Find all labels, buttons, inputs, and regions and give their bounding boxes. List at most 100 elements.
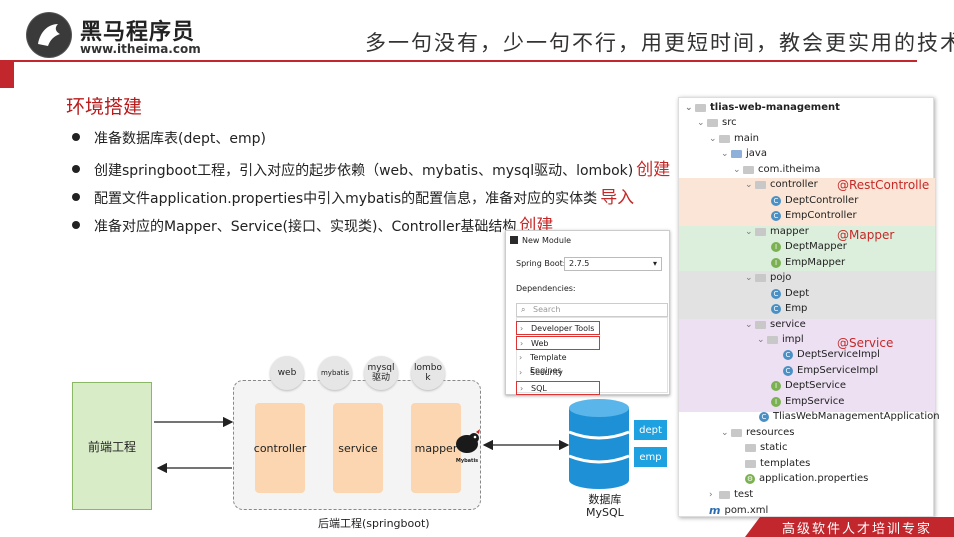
- dep-developer-tools[interactable]: › Developer Tools: [516, 321, 600, 335]
- tree-dept-controller[interactable]: C DeptController: [771, 195, 858, 206]
- tree-static[interactable]: static: [745, 442, 787, 453]
- project-tree: ⌄ tlias-web-management ⌄ src ⌄ main ⌄ java ⌄…: [678, 97, 940, 517]
- springboot-version-select[interactable]: 2.7.5 ▾: [564, 257, 662, 271]
- tree-test[interactable]: › test: [709, 489, 753, 500]
- chevron-down-icon: ⌄: [745, 319, 753, 330]
- tree-dept-service[interactable]: I DeptService: [771, 380, 846, 391]
- table-emp: emp: [634, 447, 667, 467]
- tree-main[interactable]: ⌄ main: [709, 133, 759, 144]
- bullet-text: 创建springboot工程，引入对应的起步依赖（web、mybatis、mys…: [94, 163, 634, 179]
- request-arrows: [154, 416, 234, 474]
- class-icon: C: [771, 195, 781, 206]
- class-icon: C: [783, 349, 793, 360]
- tree-service[interactable]: ⌄ service: [745, 319, 806, 330]
- tree-label: Emp: [785, 303, 808, 314]
- tree-label: templates: [760, 458, 811, 469]
- tree-pom[interactable]: m pom.xml: [709, 504, 768, 517]
- header-accent-block: [0, 62, 14, 88]
- dependency-search-input[interactable]: ⌕ Search: [516, 303, 668, 317]
- dep-security[interactable]: › Security: [516, 366, 600, 380]
- tree-dept-mapper[interactable]: I DeptMapper: [771, 241, 847, 252]
- db-label-cn: 数据库: [588, 493, 622, 506]
- search-icon: ⌕: [521, 305, 526, 314]
- dependencies-label: Dependencies:: [516, 284, 576, 293]
- dep-web: web: [270, 356, 304, 390]
- module-title-row: New Module: [510, 236, 571, 245]
- tree-label: resources: [746, 427, 795, 438]
- tree-dept-service-impl[interactable]: C DeptServiceImpl: [783, 349, 880, 360]
- dep-web[interactable]: › Web: [516, 336, 600, 350]
- db-link-arrow: [482, 439, 570, 451]
- folder-icon: [743, 165, 754, 174]
- chevron-right-icon: ›: [520, 384, 524, 393]
- folder-icon: [719, 490, 730, 499]
- chevron-right-icon: ›: [709, 489, 713, 500]
- tree-label: pojo: [770, 272, 792, 283]
- folder-icon: [719, 134, 730, 143]
- db-label-en: MySQL: [586, 506, 624, 519]
- database-icon: [567, 398, 631, 494]
- chevron-down-icon: ▾: [652, 259, 657, 268]
- class-icon: C: [783, 365, 793, 376]
- chevron-right-icon: ›: [519, 368, 523, 377]
- chevron-down-icon: ⌄: [745, 272, 753, 283]
- bullet-item-4: 准备对应的Mapper、Service(接口、实现类)、Controller基础…: [72, 211, 553, 236]
- bullet-dot-icon: [72, 193, 80, 201]
- folder-icon: [745, 459, 756, 468]
- tree-root[interactable]: ⌄ tlias-web-management: [685, 102, 840, 113]
- tree-pojo[interactable]: ⌄ pojo: [745, 272, 791, 283]
- dep-sql[interactable]: › SQL: [516, 381, 600, 395]
- chevron-down-icon: ⌄: [733, 164, 741, 175]
- tree-label: test: [734, 489, 754, 500]
- bullet-note: 导入: [600, 188, 635, 208]
- page-title: 环境搭建: [66, 96, 143, 118]
- tree-label: com.itheima: [758, 164, 821, 175]
- tree-app-class[interactable]: C TliasWebManagementApplication: [759, 411, 940, 422]
- tree-templates[interactable]: templates: [745, 458, 810, 469]
- tree-label: EmpController: [785, 210, 857, 221]
- tree-app-properties[interactable]: ⚙ application.properties: [745, 473, 868, 484]
- tree-src[interactable]: ⌄ src: [697, 117, 737, 128]
- bullet-note: 创建: [636, 160, 671, 180]
- annotation-mapper: @Mapper: [837, 228, 895, 242]
- tree-java[interactable]: ⌄ java: [721, 148, 767, 159]
- new-module-panel: New Module Spring Boot: 2.7.5 ▾ Dependen…: [505, 230, 670, 395]
- tree-emp-service-impl[interactable]: C EmpServiceImpl: [783, 365, 878, 376]
- tree-controller[interactable]: ⌄ controller: [745, 179, 818, 190]
- tree-label: src: [722, 117, 737, 128]
- tree-label: tlias-web-management: [710, 102, 840, 113]
- tree-resources[interactable]: ⌄ resources: [721, 427, 794, 438]
- tree-label: DeptServiceImpl: [797, 349, 880, 360]
- horse-logo-icon: [26, 12, 72, 58]
- folder-icon: [731, 428, 742, 437]
- tree-label: DeptMapper: [785, 241, 847, 252]
- footer-banner: 高级软件人才培训专家: [760, 517, 954, 537]
- bullet-dot-icon: [72, 165, 80, 173]
- tree-label: DeptController: [785, 195, 859, 206]
- dep-template-engines[interactable]: › Template Engines: [516, 351, 600, 375]
- bullet-dot-icon: [72, 133, 80, 141]
- mybatis-bird-icon: Mybatis: [450, 428, 484, 464]
- dep-label: Developer Tools: [531, 324, 595, 333]
- tree-dept[interactable]: C Dept: [771, 288, 809, 299]
- tree-mapper[interactable]: ⌄ mapper: [745, 226, 809, 237]
- bullet-item-2: 创建springboot工程，引入对应的起步依赖（web、mybatis、mys…: [72, 155, 670, 180]
- springboot-version-value: 2.7.5: [569, 259, 590, 268]
- tree-impl[interactable]: ⌄ impl: [757, 334, 804, 345]
- tree-emp-mapper[interactable]: I EmpMapper: [771, 257, 845, 268]
- dep-lombok: lombo k: [411, 356, 445, 390]
- tree-emp-controller[interactable]: C EmpController: [771, 210, 857, 221]
- chevron-down-icon: ⌄: [721, 148, 729, 159]
- folder-icon: [755, 227, 766, 236]
- tree-emp[interactable]: C Emp: [771, 303, 807, 314]
- bullet-item-3: 配置文件application.properties中引入mybatis的配置信…: [72, 183, 634, 208]
- dep-label: Security: [530, 368, 563, 377]
- tree-emp-service[interactable]: I EmpService: [771, 396, 844, 407]
- spring-boot-class-icon: C: [759, 411, 769, 422]
- chevron-down-icon: ⌄: [721, 427, 729, 438]
- maven-icon: m: [709, 504, 721, 517]
- dep-label: Web: [531, 339, 549, 348]
- header-divider: [0, 60, 917, 62]
- tree-package[interactable]: ⌄ com.itheima: [733, 164, 820, 175]
- layer-controller: controller: [254, 403, 306, 493]
